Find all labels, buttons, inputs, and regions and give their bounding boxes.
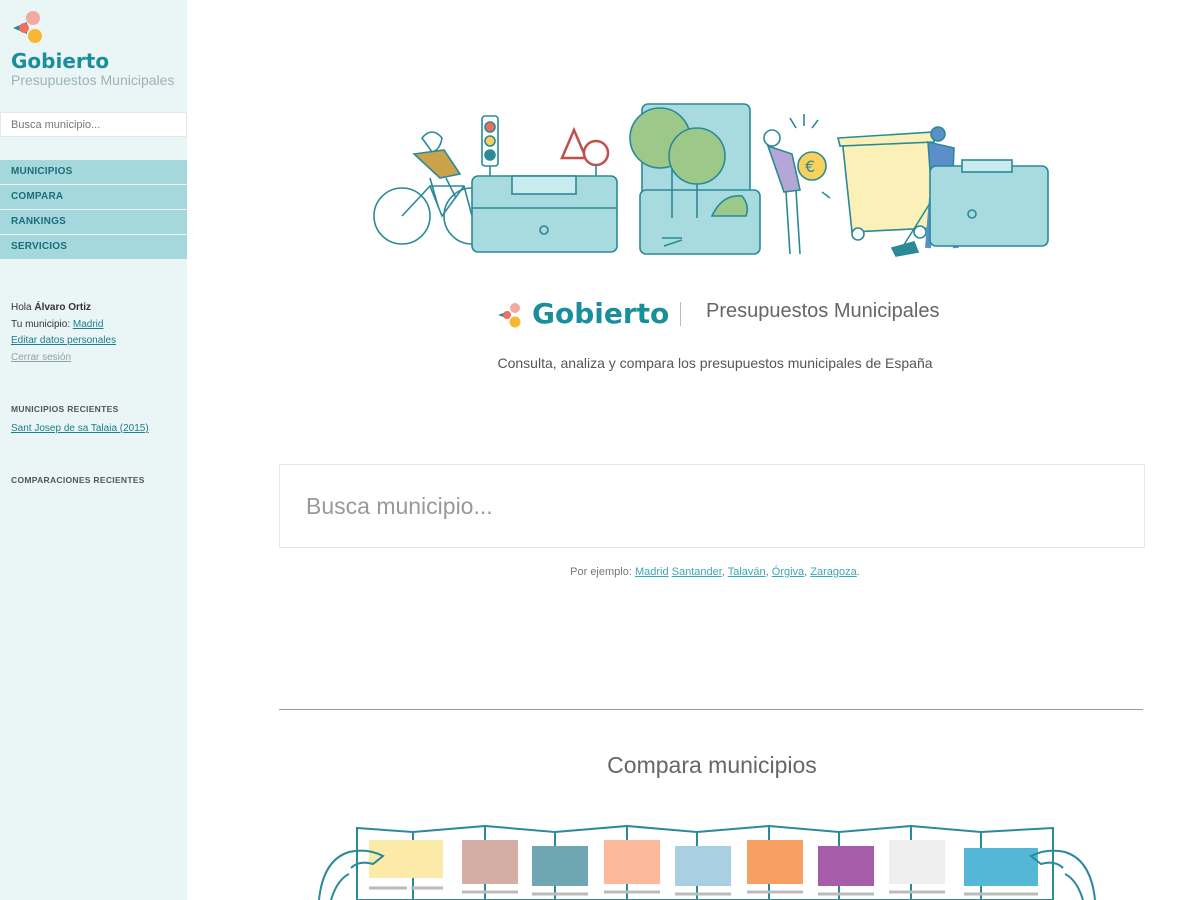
recent-municipio-link[interactable]: Sant Josep de sa Talaia (2015)	[11, 423, 149, 434]
edit-profile-link[interactable]: Editar datos personales	[11, 335, 116, 346]
user-municipio: Tu municipio: Madrid	[11, 317, 116, 334]
user-municipio-link[interactable]: Madrid	[73, 319, 104, 330]
example-link-santander[interactable]: Santander	[672, 566, 722, 578]
main-logo-row: Gobierto Presupuestos Municipales	[497, 296, 957, 332]
hero-illustration: €	[373, 103, 1049, 257]
examples-prefix: Por ejemplo:	[570, 566, 635, 578]
compare-illustration	[318, 824, 1096, 900]
main-content: € Gobierto Presupuestos Municipales Cons…	[187, 0, 1200, 900]
gobierto-logo-icon	[498, 303, 521, 328]
cash-box-2-illustration	[929, 159, 1049, 247]
svg-text:€: €	[805, 157, 815, 176]
sidebar-item-compara[interactable]: COMPARA	[0, 185, 187, 209]
cash-box-illustration	[471, 175, 618, 253]
recent-municipios-title: MUNICIPIOS RECIENTES	[11, 404, 119, 414]
sidebar: Gobierto Presupuestos Municipales MUNICI…	[0, 0, 187, 900]
greeting-text: Hola	[11, 302, 35, 313]
sidebar-nav: MUNICIPIOS COMPARA RANKINGS SERVICIOS	[0, 160, 187, 260]
user-name: Álvaro Ortiz	[34, 302, 92, 313]
compare-section-title: Compara municipios	[607, 752, 817, 778]
gobierto-logo-icon	[13, 11, 42, 43]
search-examples: Por ejemplo: Madrid Santander, Talaván, …	[570, 566, 860, 578]
examples-suffix: .	[856, 566, 860, 578]
sidebar-item-municipios[interactable]: MUNICIPIOS	[0, 160, 187, 184]
example-link-talavan[interactable]: Talaván	[728, 566, 766, 578]
example-link-zaragoza[interactable]: Zaragoza	[810, 566, 856, 578]
section-divider	[279, 709, 1143, 710]
user-block: Hola Álvaro Ortiz Tu municipio: Madrid E…	[11, 300, 116, 366]
municipio-label: Tu municipio:	[11, 318, 73, 330]
trees-box-illustration	[629, 103, 761, 255]
sidebar-item-servicios[interactable]: SERVICIOS	[0, 235, 187, 259]
logo-divider	[680, 302, 681, 326]
sidebar-item-rankings[interactable]: RANKINGS	[0, 210, 187, 234]
brand-title[interactable]: Gobierto	[11, 49, 109, 73]
brand-subtitle: Presupuestos Municipales	[11, 72, 175, 88]
user-greeting: Hola Álvaro Ortiz	[11, 300, 116, 317]
recent-municipios-list: Sant Josep de sa Talaia (2015)	[11, 423, 149, 434]
main-search-input[interactable]	[279, 464, 1145, 548]
waste-bin-illustration	[836, 131, 935, 241]
recent-comparaciones-title: COMPARACIONES RECIENTES	[11, 475, 145, 485]
main-logo-subtitle: Presupuestos Municipales	[706, 300, 940, 322]
example-link-orgiva[interactable]: Órgiva	[772, 566, 804, 578]
sidebar-search-input[interactable]	[0, 112, 187, 137]
example-link-madrid[interactable]: Madrid	[635, 566, 669, 578]
logout-link[interactable]: Cerrar sesión	[11, 352, 71, 363]
tagline: Consulta, analiza y compara los presupue…	[497, 355, 933, 371]
person-with-coin-illustration: €	[763, 114, 831, 255]
main-logo-text: Gobierto	[532, 297, 670, 330]
brand-logo[interactable]	[11, 10, 43, 49]
